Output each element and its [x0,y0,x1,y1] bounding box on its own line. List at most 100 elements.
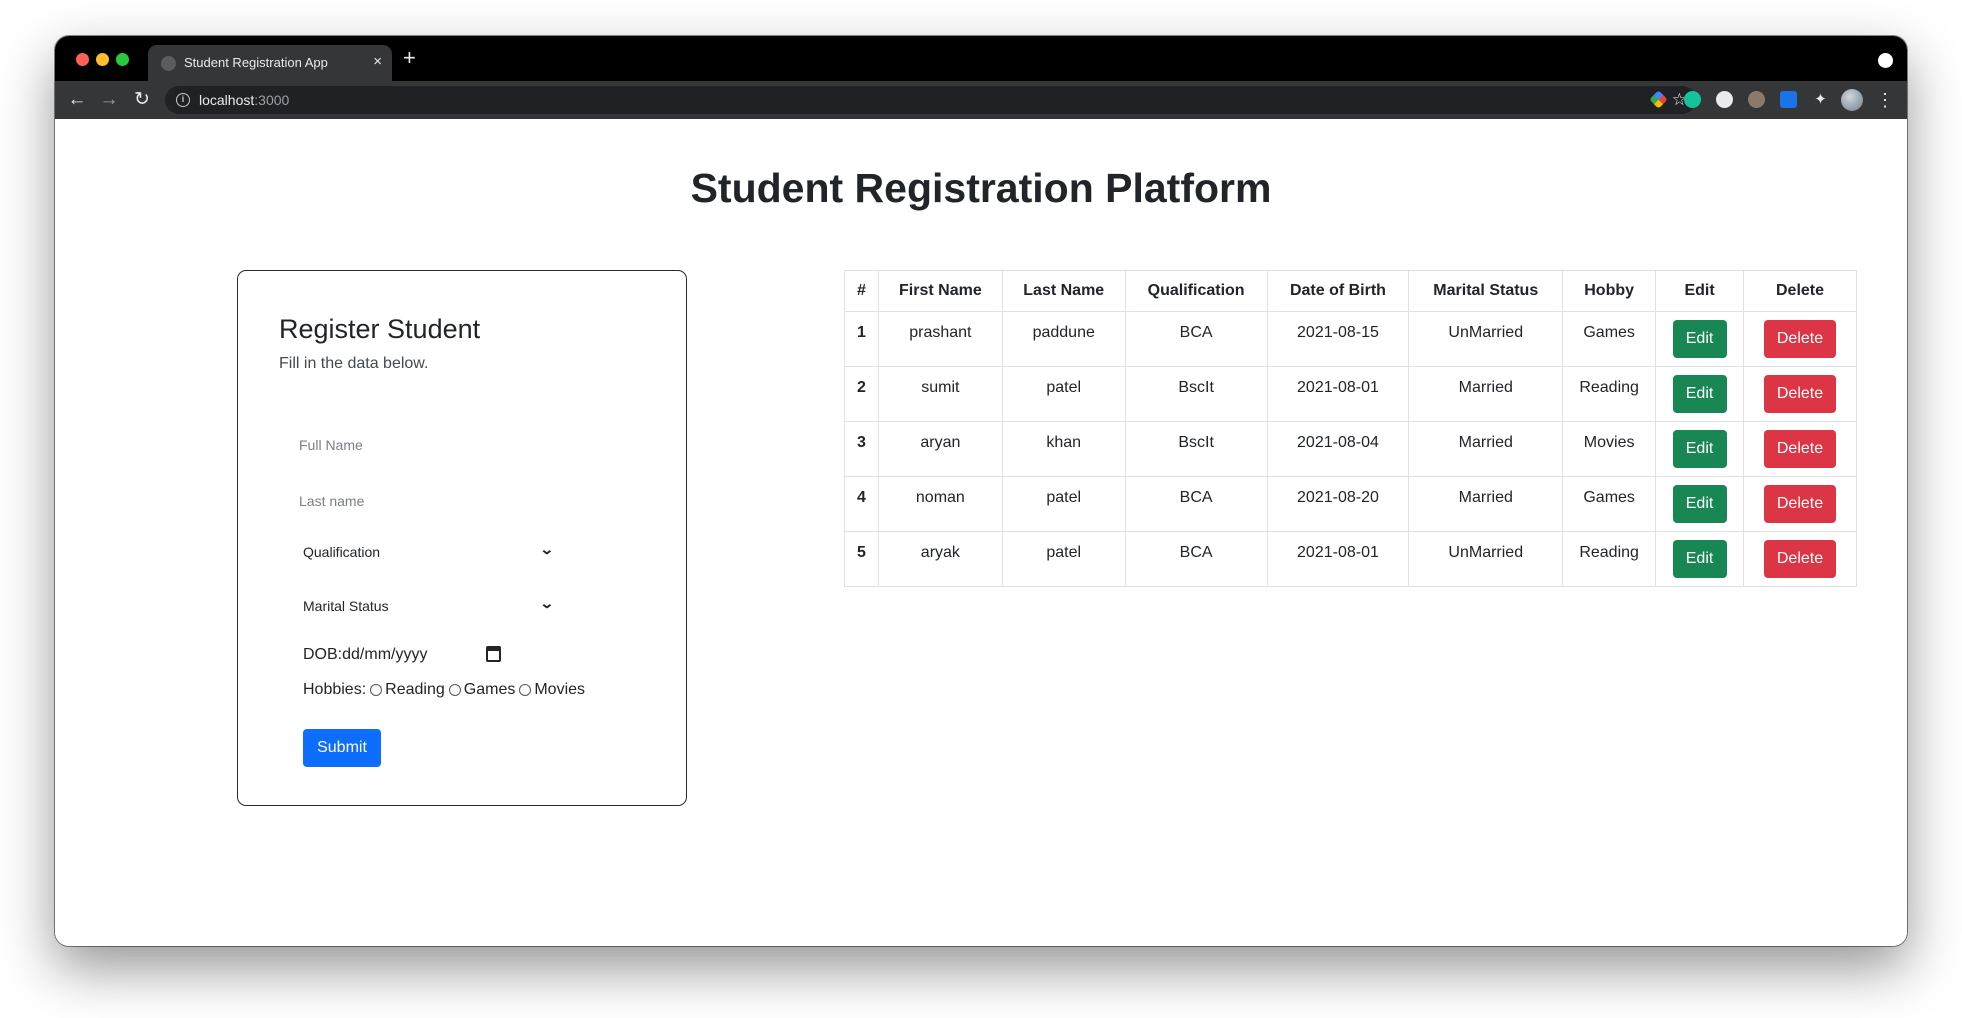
delete-cell: Delete [1743,531,1857,587]
edit-button[interactable]: Edit [1672,375,1727,413]
column-header: Hobby [1562,270,1657,312]
extension-icon[interactable] [1716,91,1733,108]
delete-cell: Delete [1743,366,1857,422]
last-name-cell: patel [1001,531,1126,587]
delete-button[interactable]: Delete [1764,540,1836,578]
dob-cell: 2021-08-04 [1266,421,1410,477]
edit-cell: Edit [1655,531,1745,587]
edit-cell: Edit [1655,311,1745,367]
column-header: Date of Birth [1266,270,1410,312]
new-tab-button[interactable]: + [403,44,416,72]
last-name-cell: patel [1001,366,1126,422]
edit-button[interactable]: Edit [1672,485,1727,523]
column-header: # [844,270,879,312]
column-header: Qualification [1124,270,1268,312]
first-name-cell: noman [877,476,1003,532]
marital-status-cell: UnMarried [1408,531,1564,587]
tab-strip: Student Registration App × + [55,36,1907,81]
grammarly-icon[interactable] [1684,91,1701,108]
row-number: 2 [844,366,879,422]
browser-tab[interactable]: Student Registration App × [148,45,392,81]
kebab-menu-icon[interactable]: ⋮ [1876,89,1894,111]
hobby-cell: Movies [1562,421,1657,477]
hobby-movies-radio[interactable] [519,684,532,696]
hobby-games-radio[interactable] [448,684,461,696]
submit-button[interactable]: Submit [303,729,381,767]
marital-status-cell: UnMarried [1408,311,1564,367]
first-name-cell: prashant [877,311,1003,367]
extension-icon[interactable] [1780,91,1797,108]
browser-toolbar: ← → ↻ i localhost:3000 ☆ ✦ ⋮ [55,81,1907,119]
maximize-window-button[interactable] [116,53,129,66]
edit-cell: Edit [1655,476,1745,532]
first-name-cell: sumit [877,366,1003,422]
column-header: Marital Status [1408,270,1564,312]
delete-button[interactable]: Delete [1764,375,1836,413]
last-name-input[interactable] [287,481,557,521]
marital-status-cell: Married [1408,421,1564,477]
marital-status-select-label: Marital Status [303,598,389,614]
delete-button[interactable]: Delete [1764,430,1836,468]
hobbies-label: Hobbies: [303,681,367,698]
minimize-window-button[interactable] [96,53,109,66]
form-subtitle: Fill in the data below. [279,355,429,372]
row-number: 5 [844,531,879,587]
qualification-select[interactable]: Qualification ⌄ [303,537,555,567]
row-number: 4 [844,476,879,532]
first-name-input[interactable] [287,425,557,465]
qualification-cell: BCA [1124,531,1268,587]
chevron-down-icon: ⌄ [539,541,555,557]
globe-icon [161,56,176,71]
edit-button[interactable]: Edit [1672,540,1727,578]
hobby-reading-label: Reading [385,681,445,698]
table-row: 1 prashant paddune BCA 2021-08-15 UnMarr… [844,311,1857,367]
delete-button[interactable]: Delete [1764,485,1836,523]
marital-status-cell: Married [1408,476,1564,532]
marital-status-cell: Married [1408,366,1564,422]
tab-search-icon[interactable] [1878,53,1893,68]
table-row: 5 aryak patel BCA 2021-08-01 UnMarried R… [844,531,1857,587]
url-text: localhost:3000 [199,92,289,108]
dob-input[interactable]: DOB:dd/mm/yyyy [303,641,503,669]
column-header: Edit [1655,270,1745,312]
puzzle-icon[interactable]: ✦ [1812,91,1829,108]
forward-arrow-icon[interactable]: → [98,89,120,111]
qualification-cell: BscIt [1124,421,1268,477]
hobby-cell: Reading [1562,531,1657,587]
column-header: Last Name [1001,270,1126,312]
table-row: 2 sumit patel BscIt 2021-08-01 Married R… [844,366,1857,422]
address-bar[interactable]: i localhost:3000 ☆ [165,86,1696,114]
url-port: :3000 [254,92,290,108]
edit-button[interactable]: Edit [1672,320,1727,358]
reload-icon[interactable]: ↻ [131,89,153,111]
hobby-games-label: Games [463,681,516,698]
url-host: localhost [199,92,255,108]
column-header: First Name [877,270,1003,312]
info-icon[interactable]: i [176,93,190,107]
close-window-button[interactable] [76,53,89,66]
first-name-cell: aryan [877,421,1003,477]
delete-cell: Delete [1743,311,1857,367]
dob-cell: 2021-08-20 [1266,476,1410,532]
edit-button[interactable]: Edit [1672,430,1727,468]
table-row: 3 aryan khan BscIt 2021-08-04 Married Mo… [844,421,1857,477]
profile-avatar[interactable] [1841,89,1863,111]
dob-cell: 2021-08-15 [1266,311,1410,367]
dob-cell: 2021-08-01 [1266,366,1410,422]
hobby-reading-radio[interactable] [370,684,383,696]
extension-icon[interactable] [1748,91,1765,108]
delete-button[interactable]: Delete [1764,320,1836,358]
marital-status-select[interactable]: Marital Status ⌄ [303,591,555,621]
last-name-cell: khan [1001,421,1126,477]
delete-cell: Delete [1743,476,1857,532]
calendar-icon[interactable] [486,646,501,662]
dob-cell: 2021-08-01 [1266,531,1410,587]
close-tab-icon[interactable]: × [373,52,382,72]
row-number: 1 [844,311,879,367]
back-arrow-icon[interactable]: ← [66,89,88,111]
chevron-down-icon: ⌄ [539,595,555,611]
page-title: Student Registration Platform [690,165,1272,211]
qualification-select-label: Qualification [303,544,381,560]
hobby-cell: Reading [1562,366,1657,422]
tab-title: Student Registration App [184,55,328,70]
